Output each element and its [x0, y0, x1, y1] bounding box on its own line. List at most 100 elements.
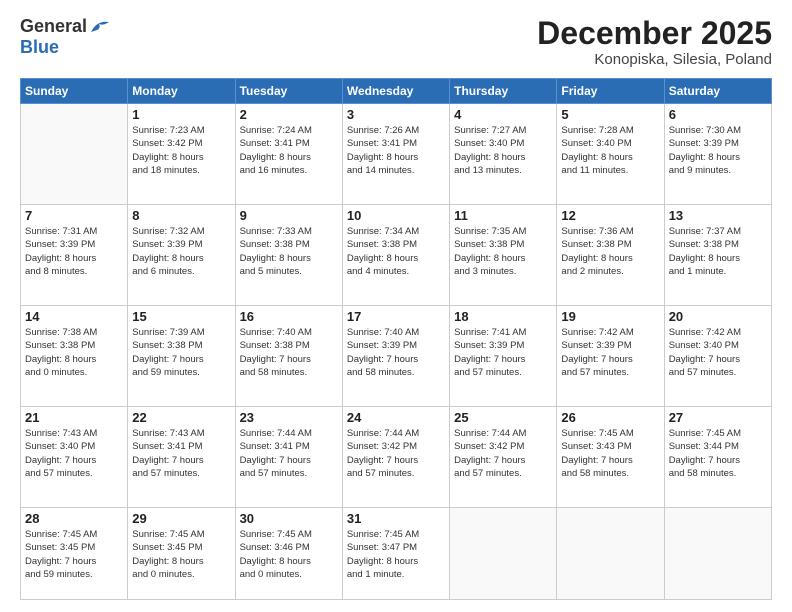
calendar-cell: 11Sunrise: 7:35 AMSunset: 3:38 PMDayligh…: [450, 205, 557, 306]
calendar-cell: [450, 508, 557, 600]
cell-info: Sunrise: 7:36 AMSunset: 3:38 PMDaylight:…: [561, 225, 659, 278]
cell-info: Sunrise: 7:43 AMSunset: 3:40 PMDaylight:…: [25, 427, 123, 480]
day-number: 30: [240, 511, 338, 526]
cell-info: Sunrise: 7:23 AMSunset: 3:42 PMDaylight:…: [132, 124, 230, 177]
calendar-cell: 6 Sunrise: 7:30 AMSunset: 3:39 PMDaylight…: [664, 104, 771, 205]
day-number: 24: [347, 410, 445, 425]
logo-bird-icon: [89, 18, 111, 36]
calendar-cell: 9 Sunrise: 7:33 AMSunset: 3:38 PMDaylight…: [235, 205, 342, 306]
day-number: 13: [669, 208, 767, 223]
calendar-day-header: Friday: [557, 79, 664, 104]
day-number: 19: [561, 309, 659, 324]
calendar-cell: 27 Sunrise: 7:45 AMSunset: 3:44 PMDayligh…: [664, 407, 771, 508]
day-number: 14: [25, 309, 123, 324]
day-number: 4: [454, 107, 552, 122]
calendar-cell: 19Sunrise: 7:42 AMSunset: 3:39 PMDayligh…: [557, 306, 664, 407]
cell-info: Sunrise: 7:41 AMSunset: 3:39 PMDaylight:…: [454, 326, 552, 379]
calendar-cell: 15 Sunrise: 7:39 AMSunset: 3:38 PMDayligh…: [128, 306, 235, 407]
calendar-week-row: 14 Sunrise: 7:38 AMSunset: 3:38 PMDayligh…: [21, 306, 772, 407]
cell-info: Sunrise: 7:43 AMSunset: 3:41 PMDaylight:…: [132, 427, 230, 480]
cell-info: Sunrise: 7:24 AMSunset: 3:41 PMDaylight:…: [240, 124, 338, 177]
calendar-cell: 21 Sunrise: 7:43 AMSunset: 3:40 PMDayligh…: [21, 407, 128, 508]
calendar-week-row: 1Sunrise: 7:23 AMSunset: 3:42 PMDaylight…: [21, 104, 772, 205]
day-number: 10: [347, 208, 445, 223]
calendar-day-header: Saturday: [664, 79, 771, 104]
cell-info: Sunrise: 7:38 AMSunset: 3:38 PMDaylight:…: [25, 326, 123, 379]
calendar-cell: [664, 508, 771, 600]
calendar-cell: 12 Sunrise: 7:36 AMSunset: 3:38 PMDayligh…: [557, 205, 664, 306]
day-number: 9: [240, 208, 338, 223]
cell-info: Sunrise: 7:26 AMSunset: 3:41 PMDaylight:…: [347, 124, 445, 177]
day-number: 28: [25, 511, 123, 526]
cell-info: Sunrise: 7:45 AMSunset: 3:44 PMDaylight:…: [669, 427, 767, 480]
day-number: 2: [240, 107, 338, 122]
calendar-week-row: 28 Sunrise: 7:45 AMSunset: 3:45 PMDayligh…: [21, 508, 772, 600]
day-number: 21: [25, 410, 123, 425]
calendar-cell: 3Sunrise: 7:26 AMSunset: 3:41 PMDaylight…: [342, 104, 449, 205]
cell-info: Sunrise: 7:37 AMSunset: 3:38 PMDaylight:…: [669, 225, 767, 278]
calendar-day-header: Tuesday: [235, 79, 342, 104]
calendar-cell: 13 Sunrise: 7:37 AMSunset: 3:38 PMDayligh…: [664, 205, 771, 306]
cell-info: Sunrise: 7:45 AMSunset: 3:46 PMDaylight:…: [240, 528, 338, 581]
calendar-cell: 7 Sunrise: 7:31 AMSunset: 3:39 PMDaylight…: [21, 205, 128, 306]
cell-info: Sunrise: 7:32 AMSunset: 3:39 PMDaylight:…: [132, 225, 230, 278]
calendar-cell: 26Sunrise: 7:45 AMSunset: 3:43 PMDayligh…: [557, 407, 664, 508]
cell-info: Sunrise: 7:44 AMSunset: 3:41 PMDaylight:…: [240, 427, 338, 480]
cell-info: Sunrise: 7:42 AMSunset: 3:40 PMDaylight:…: [669, 326, 767, 379]
logo: General Blue: [20, 16, 111, 58]
logo-blue-text: Blue: [20, 37, 59, 58]
day-number: 6: [669, 107, 767, 122]
calendar-cell: 1Sunrise: 7:23 AMSunset: 3:42 PMDaylight…: [128, 104, 235, 205]
title-block: December 2025 Konopiska, Silesia, Poland: [537, 16, 772, 68]
calendar-cell: 4Sunrise: 7:27 AMSunset: 3:40 PMDaylight…: [450, 104, 557, 205]
calendar-cell: 10 Sunrise: 7:34 AMSunset: 3:38 PMDayligh…: [342, 205, 449, 306]
location-subtitle: Konopiska, Silesia, Poland: [537, 51, 772, 68]
logo-general-text: General: [20, 16, 87, 37]
day-number: 17: [347, 309, 445, 324]
cell-info: Sunrise: 7:30 AMSunset: 3:39 PMDaylight:…: [669, 124, 767, 177]
calendar-day-header: Wednesday: [342, 79, 449, 104]
cell-info: Sunrise: 7:40 AMSunset: 3:38 PMDaylight:…: [240, 326, 338, 379]
calendar-cell: [21, 104, 128, 205]
cell-info: Sunrise: 7:34 AMSunset: 3:38 PMDaylight:…: [347, 225, 445, 278]
cell-info: Sunrise: 7:39 AMSunset: 3:38 PMDaylight:…: [132, 326, 230, 379]
day-number: 5: [561, 107, 659, 122]
day-number: 12: [561, 208, 659, 223]
month-year-title: December 2025: [537, 16, 772, 51]
calendar-week-row: 7 Sunrise: 7:31 AMSunset: 3:39 PMDaylight…: [21, 205, 772, 306]
calendar-cell: 30 Sunrise: 7:45 AMSunset: 3:46 PMDayligh…: [235, 508, 342, 600]
page: General Blue December 2025 Konopiska, Si…: [0, 0, 792, 612]
cell-info: Sunrise: 7:28 AMSunset: 3:40 PMDaylight:…: [561, 124, 659, 177]
calendar-cell: 18 Sunrise: 7:41 AMSunset: 3:39 PMDayligh…: [450, 306, 557, 407]
day-number: 15: [132, 309, 230, 324]
cell-info: Sunrise: 7:45 AMSunset: 3:45 PMDaylight:…: [25, 528, 123, 581]
calendar-cell: 22 Sunrise: 7:43 AMSunset: 3:41 PMDayligh…: [128, 407, 235, 508]
day-number: 8: [132, 208, 230, 223]
calendar-table: SundayMondayTuesdayWednesdayThursdayFrid…: [20, 78, 772, 600]
cell-info: Sunrise: 7:33 AMSunset: 3:38 PMDaylight:…: [240, 225, 338, 278]
cell-info: Sunrise: 7:44 AMSunset: 3:42 PMDaylight:…: [454, 427, 552, 480]
day-number: 25: [454, 410, 552, 425]
calendar-cell: 20 Sunrise: 7:42 AMSunset: 3:40 PMDayligh…: [664, 306, 771, 407]
calendar-cell: 31Sunrise: 7:45 AMSunset: 3:47 PMDayligh…: [342, 508, 449, 600]
day-number: 27: [669, 410, 767, 425]
day-number: 7: [25, 208, 123, 223]
calendar-cell: 8 Sunrise: 7:32 AMSunset: 3:39 PMDaylight…: [128, 205, 235, 306]
day-number: 22: [132, 410, 230, 425]
day-number: 16: [240, 309, 338, 324]
cell-info: Sunrise: 7:35 AMSunset: 3:38 PMDaylight:…: [454, 225, 552, 278]
calendar-day-header: Sunday: [21, 79, 128, 104]
calendar-cell: 16 Sunrise: 7:40 AMSunset: 3:38 PMDayligh…: [235, 306, 342, 407]
calendar-day-header: Thursday: [450, 79, 557, 104]
day-number: 18: [454, 309, 552, 324]
calendar-cell: [557, 508, 664, 600]
calendar-cell: 28 Sunrise: 7:45 AMSunset: 3:45 PMDayligh…: [21, 508, 128, 600]
calendar-cell: 5 Sunrise: 7:28 AMSunset: 3:40 PMDaylight…: [557, 104, 664, 205]
calendar-header-row: SundayMondayTuesdayWednesdayThursdayFrid…: [21, 79, 772, 104]
day-number: 20: [669, 309, 767, 324]
cell-info: Sunrise: 7:45 AMSunset: 3:43 PMDaylight:…: [561, 427, 659, 480]
calendar-week-row: 21 Sunrise: 7:43 AMSunset: 3:40 PMDayligh…: [21, 407, 772, 508]
day-number: 31: [347, 511, 445, 526]
calendar-cell: 29Sunrise: 7:45 AMSunset: 3:45 PMDayligh…: [128, 508, 235, 600]
cell-info: Sunrise: 7:31 AMSunset: 3:39 PMDaylight:…: [25, 225, 123, 278]
